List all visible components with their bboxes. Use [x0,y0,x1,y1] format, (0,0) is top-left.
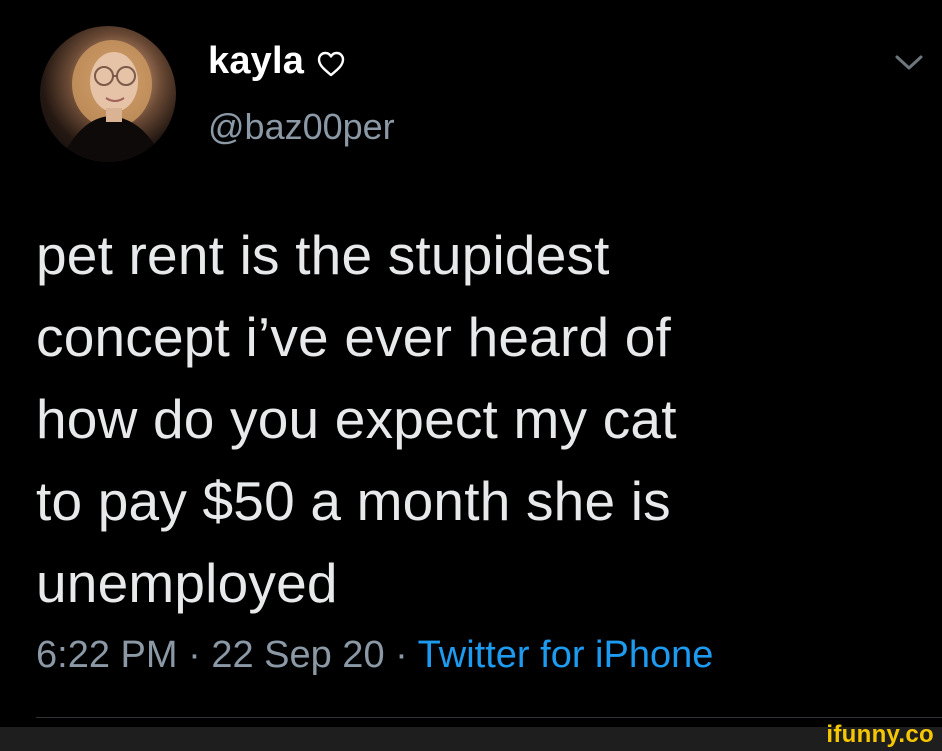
divider [36,717,942,718]
tweet-text-line: how do you expect my cat [36,388,677,450]
ifunny-watermark: ifunny.co [826,721,934,748]
tweet-text: pet rent is the stupidest concept i’ve e… [36,214,916,624]
avatar-photo [60,40,164,162]
watermark-bar [0,727,942,751]
meta-separator: · [177,634,212,676]
chevron-down-icon[interactable] [892,50,926,74]
meta-separator: · [384,634,418,676]
user-handle[interactable]: @baz00per [208,106,395,148]
avatar[interactable] [40,26,176,162]
tweet-card: kayla @baz00per pet rent is the stupides… [0,0,942,751]
tweet-text-line: pet rent is the stupidest [36,224,610,286]
tweet-date[interactable]: 22 Sep 20 [211,634,384,676]
heart-outline-icon [317,51,345,76]
tweet-source-link[interactable]: Twitter for iPhone [418,634,714,676]
tweet-text-line: unemployed [36,552,338,614]
display-name[interactable]: kayla [208,40,304,83]
tweet-time[interactable]: 6:22 PM [36,634,178,676]
display-name-row[interactable]: kayla [208,40,346,83]
tweet-text-line: to pay $50 a month she is [36,470,671,532]
tweet-metadata: 6:22 PM · 22 Sep 20 · Twitter for iPhone [36,634,713,677]
tweet-text-line: concept i’ve ever heard of [36,306,672,368]
